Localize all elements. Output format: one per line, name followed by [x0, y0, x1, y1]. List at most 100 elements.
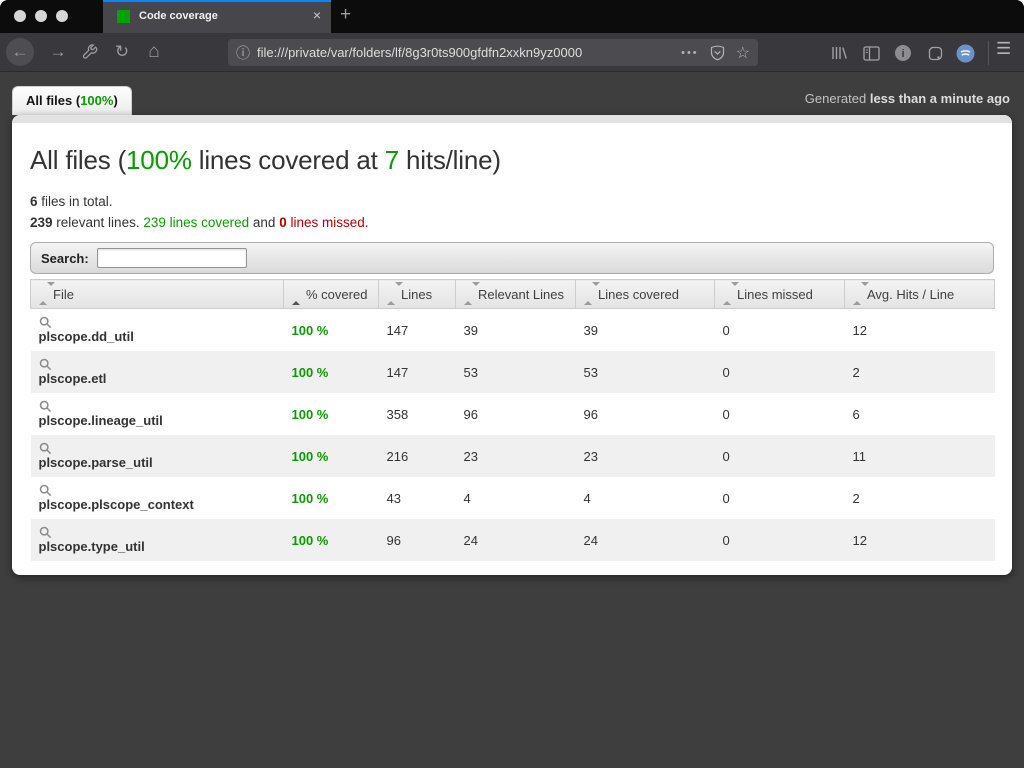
zoom-window-button[interactable]: [56, 10, 68, 22]
minimize-window-button[interactable]: [35, 10, 47, 22]
bookmark-star-icon[interactable]: ☆: [736, 43, 750, 63]
lines-cell: 147: [379, 351, 456, 393]
lines-summary-line: 239 relevant lines. 239 lines covered an…: [30, 212, 994, 233]
magnifier-icon[interactable]: [39, 526, 276, 539]
magnifier-icon[interactable]: [39, 400, 276, 413]
lines-covered-cell: 24: [576, 519, 715, 561]
lines-missed-cell: 0: [715, 351, 845, 393]
magnifier-icon[interactable]: [39, 358, 276, 371]
close-window-button[interactable]: [14, 10, 26, 22]
active-tab-indicator: [103, 0, 331, 2]
library-icon[interactable]: [828, 42, 850, 64]
relevant-lines-cell: 53: [456, 351, 576, 393]
search-bar: Search:: [30, 242, 994, 274]
summary-stats: 6 files in total. 239 relevant lines. 23…: [30, 191, 994, 233]
new-tab-button[interactable]: +: [340, 4, 351, 26]
files-total-line: 6 files in total.: [30, 191, 994, 212]
tab-all-files[interactable]: All files (100%): [12, 86, 132, 115]
lines-cell: 96: [379, 519, 456, 561]
reload-button[interactable]: ↻: [108, 38, 136, 66]
percent-covered-cell: 100 %: [284, 309, 379, 352]
file-name-cell[interactable]: plscope.parse_util: [31, 435, 284, 477]
lines-covered-cell: 96: [576, 393, 715, 435]
file-name-cell[interactable]: plscope.dd_util: [31, 309, 284, 352]
navigation-toolbar: ← → ↻ ⌂ ⓘ file:///private/var/folders/lf…: [0, 33, 1024, 72]
search-input[interactable]: [97, 248, 247, 268]
magnifier-icon[interactable]: [39, 442, 276, 455]
favicon-icon: [117, 10, 130, 23]
lines-covered-cell: 23: [576, 435, 715, 477]
evernote-icon[interactable]: [924, 42, 946, 64]
all-files-tab-text: All files (: [26, 93, 80, 108]
column-header-percent-covered[interactable]: % covered: [284, 280, 379, 309]
avg-hits-cell: 11: [845, 435, 995, 477]
sort-both-icon: [464, 286, 473, 301]
relevant-lines-cell: 24: [456, 519, 576, 561]
page-title: All files (100% lines covered at 7 hits/…: [30, 145, 994, 176]
table-body: plscope.dd_util100 %1473939012plscope.et…: [31, 309, 995, 562]
column-header-lines-missed[interactable]: Lines missed: [715, 280, 845, 309]
lines-cell: 147: [379, 309, 456, 352]
column-header-lines-covered[interactable]: Lines covered: [576, 280, 715, 309]
lines-missed-cell: 0: [715, 309, 845, 352]
menu-button[interactable]: ☰: [996, 39, 1011, 59]
column-header-file[interactable]: File: [31, 280, 284, 309]
coverage-table: File % covered Lines Relevant Lines Line…: [30, 279, 995, 561]
sort-both-icon: [39, 286, 48, 301]
lines-missed-cell: 0: [715, 393, 845, 435]
sort-both-icon: [723, 286, 732, 301]
file-name-cell[interactable]: plscope.lineage_util: [31, 393, 284, 435]
back-button[interactable]: ←: [6, 38, 34, 66]
table-row: plscope.plscope_context100 %434402: [31, 477, 995, 519]
file-name-cell[interactable]: plscope.type_util: [31, 519, 284, 561]
extension-info-icon[interactable]: i: [892, 42, 914, 64]
page-content: All files (100%) Generated less than a m…: [0, 72, 1024, 768]
table-row: plscope.lineage_util100 %358969606: [31, 393, 995, 435]
tab-title: Code coverage: [139, 10, 218, 22]
avg-hits-cell: 12: [845, 309, 995, 352]
magnifier-icon[interactable]: [39, 316, 276, 329]
lines-covered-cell: 53: [576, 351, 715, 393]
lines-cell: 358: [379, 393, 456, 435]
table-row: plscope.dd_util100 %1473939012: [31, 309, 995, 352]
sort-asc-icon: [292, 286, 301, 301]
pocket-shield-icon[interactable]: [710, 45, 725, 61]
column-header-avg-hits[interactable]: Avg. Hits / Line: [845, 280, 995, 309]
browser-window: Code coverage × + ← → ↻ ⌂ ⓘ file:///priv…: [0, 0, 1024, 768]
file-name-cell[interactable]: plscope.etl: [31, 351, 284, 393]
home-button[interactable]: ⌂: [140, 38, 168, 66]
avg-hits-cell: 12: [845, 519, 995, 561]
percent-covered-cell: 100 %: [284, 519, 379, 561]
report-card: All files (100% lines covered at 7 hits/…: [12, 115, 1012, 575]
pocket-app-icon[interactable]: [954, 42, 976, 64]
percent-covered-cell: 100 %: [284, 351, 379, 393]
url-text-container[interactable]: file:///private/var/folders/lf/8g3r0ts90…: [257, 44, 670, 62]
sidebar-toggle-icon[interactable]: [860, 42, 882, 64]
all-files-tab-close-paren: ): [113, 93, 117, 108]
url-fade-overlay: [624, 44, 670, 62]
avg-hits-cell: 2: [845, 477, 995, 519]
column-header-lines[interactable]: Lines: [379, 280, 456, 309]
generated-timestamp: Generated less than a minute ago: [805, 91, 1010, 106]
magnifier-icon[interactable]: [39, 484, 276, 497]
forward-button[interactable]: →: [44, 38, 72, 66]
table-row: plscope.etl100 %147535302: [31, 351, 995, 393]
avg-hits-cell: 6: [845, 393, 995, 435]
toolbar-divider: [988, 41, 989, 65]
avg-hits-cell: 2: [845, 351, 995, 393]
page-info-icon[interactable]: ⓘ: [236, 43, 250, 63]
percent-covered-cell: 100 %: [284, 477, 379, 519]
browser-tab[interactable]: Code coverage ×: [103, 0, 331, 33]
url-text: file:///private/var/folders/lf/8g3r0ts90…: [257, 45, 582, 60]
table-row: plscope.parse_util100 %2162323011: [31, 435, 995, 477]
sort-both-icon: [853, 286, 862, 301]
wrench-icon[interactable]: [76, 38, 104, 66]
file-name-cell[interactable]: plscope.plscope_context: [31, 477, 284, 519]
url-bar[interactable]: ⓘ file:///private/var/folders/lf/8g3r0ts…: [228, 39, 758, 66]
page-actions-icon[interactable]: •••: [681, 47, 699, 59]
close-tab-icon[interactable]: ×: [313, 7, 321, 23]
relevant-lines-cell: 23: [456, 435, 576, 477]
column-header-relevant-lines[interactable]: Relevant Lines: [456, 280, 576, 309]
sort-both-icon: [584, 286, 593, 301]
card-top-strip: [12, 115, 1012, 123]
